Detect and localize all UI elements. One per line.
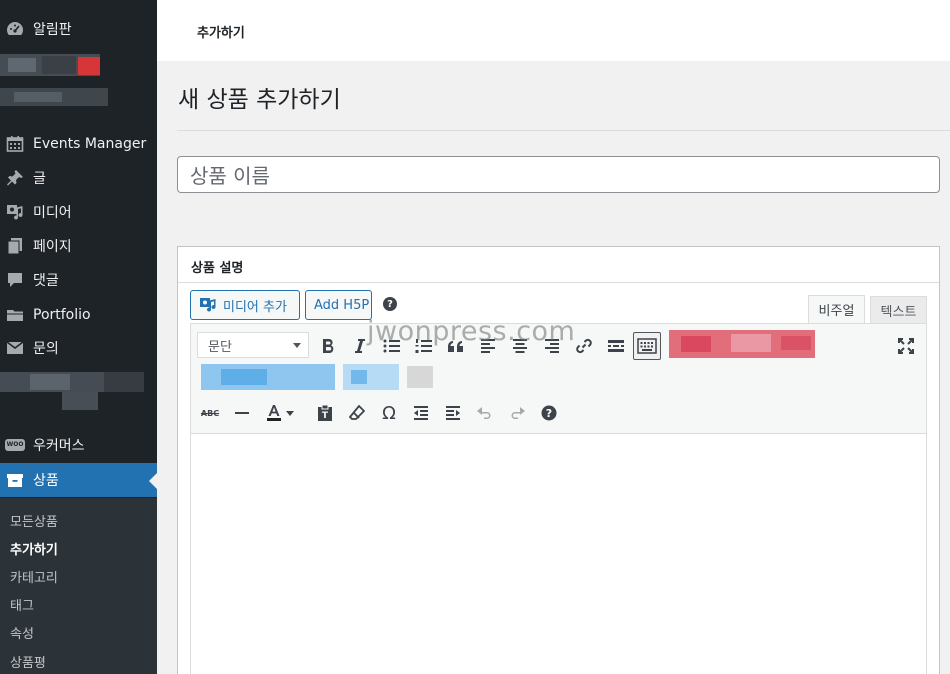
products-submenu: 모든상품 추가하기 카테고리 태그 속성 상품평: [0, 498, 157, 674]
sidebar-item-label: 미디어: [33, 205, 72, 221]
sidebar-item-dashboard[interactable]: 알림판: [0, 12, 157, 46]
strikethrough-icon[interactable]: ABC: [196, 399, 224, 427]
help-icon[interactable]: ?: [383, 297, 397, 311]
outdent-icon[interactable]: [407, 399, 435, 427]
text-color-chevron-icon[interactable]: [283, 399, 297, 427]
bold-icon[interactable]: [314, 332, 342, 360]
sidebar-item-label: 상품: [33, 473, 59, 489]
sidebar-item-contact[interactable]: 문의: [0, 331, 157, 365]
breadcrumb: 추가하기: [197, 26, 245, 41]
dashboard-icon: [5, 19, 25, 39]
sidebar-item-label: 문의: [33, 341, 59, 357]
media-icon: [5, 202, 25, 222]
admin-sidebar: 알림판 Events Manager 글 미디어 페이지 댓글 Portfoli…: [0, 0, 157, 674]
top-header: 추가하기: [157, 0, 950, 61]
current-menu-arrow: [149, 473, 157, 489]
submenu-all-products[interactable]: 모든상품: [10, 511, 58, 530]
sidebar-item-comments[interactable]: 댓글: [0, 263, 157, 297]
pages-icon: [5, 236, 25, 256]
horizontal-line-icon[interactable]: [228, 399, 256, 427]
toolbar-toggle-icon[interactable]: [633, 332, 661, 360]
editor-content-area[interactable]: [190, 434, 927, 674]
sidebar-item-label: 페이지: [33, 239, 72, 255]
svg-text:T: T: [322, 411, 329, 421]
watermark: jwonpress.com: [367, 316, 576, 347]
fullscreen-icon[interactable]: [892, 332, 920, 360]
comment-icon: [5, 270, 25, 290]
sidebar-item-events-manager[interactable]: Events Manager: [0, 127, 157, 161]
indent-icon[interactable]: [439, 399, 467, 427]
chevron-down-icon: [293, 343, 301, 348]
calendar-icon: [5, 134, 25, 154]
paste-text-icon[interactable]: T: [311, 399, 339, 427]
sidebar-item-label: 글: [33, 171, 46, 187]
description-heading: 상품 설명: [191, 261, 244, 276]
tab-text[interactable]: 텍스트: [870, 296, 927, 324]
submenu-add-new[interactable]: 추가하기: [10, 539, 58, 558]
submenu-tags[interactable]: 태그: [10, 595, 34, 614]
sidebar-item-label: Events Manager: [33, 136, 147, 152]
redo-icon[interactable]: [503, 399, 531, 427]
read-more-icon[interactable]: [602, 332, 630, 360]
sidebar-item-woocommerce[interactable]: WOO 우커머스: [0, 428, 157, 462]
sidebar-item-media[interactable]: 미디어: [0, 195, 157, 229]
page-title: 새 상품 추가하기: [178, 87, 341, 113]
sidebar-item-label: 알림판: [33, 22, 72, 38]
special-character-icon[interactable]: Ω: [375, 399, 403, 427]
sidebar-item-products[interactable]: 상품: [0, 463, 157, 497]
tab-visual[interactable]: 비주얼: [808, 295, 865, 324]
archive-icon: [5, 470, 25, 490]
submenu-categories[interactable]: 카테고리: [10, 567, 58, 586]
sidebar-item-posts[interactable]: 글: [0, 161, 157, 195]
sidebar-item-label: Portfolio: [33, 307, 91, 323]
folder-icon: [5, 305, 25, 325]
submenu-attributes[interactable]: 속성: [10, 623, 34, 642]
mail-icon: [5, 338, 25, 358]
format-select[interactable]: 문단: [197, 332, 309, 358]
sidebar-item-label: 댓글: [33, 273, 59, 289]
sidebar-item-label: 우커머스: [33, 438, 85, 454]
submenu-reviews[interactable]: 상품평: [10, 652, 46, 671]
add-media-button[interactable]: 미디어 추가: [190, 290, 300, 320]
add-h5p-button[interactable]: Add H5P: [305, 290, 372, 320]
undo-icon[interactable]: [471, 399, 499, 427]
product-name-input[interactable]: 상품 이름: [177, 156, 940, 193]
sidebar-item-pages[interactable]: 페이지: [0, 229, 157, 263]
keyboard-shortcuts-help-icon[interactable]: ?: [535, 399, 563, 427]
add-media-icon: [199, 297, 217, 313]
svg-text:?: ?: [546, 407, 552, 420]
clear-formatting-icon[interactable]: [343, 399, 371, 427]
woo-icon: WOO: [4, 435, 26, 455]
pin-icon: [5, 168, 25, 188]
sidebar-item-portfolio[interactable]: Portfolio: [0, 298, 157, 332]
description-box-header: 상품 설명: [178, 247, 939, 283]
divider: [177, 130, 950, 131]
